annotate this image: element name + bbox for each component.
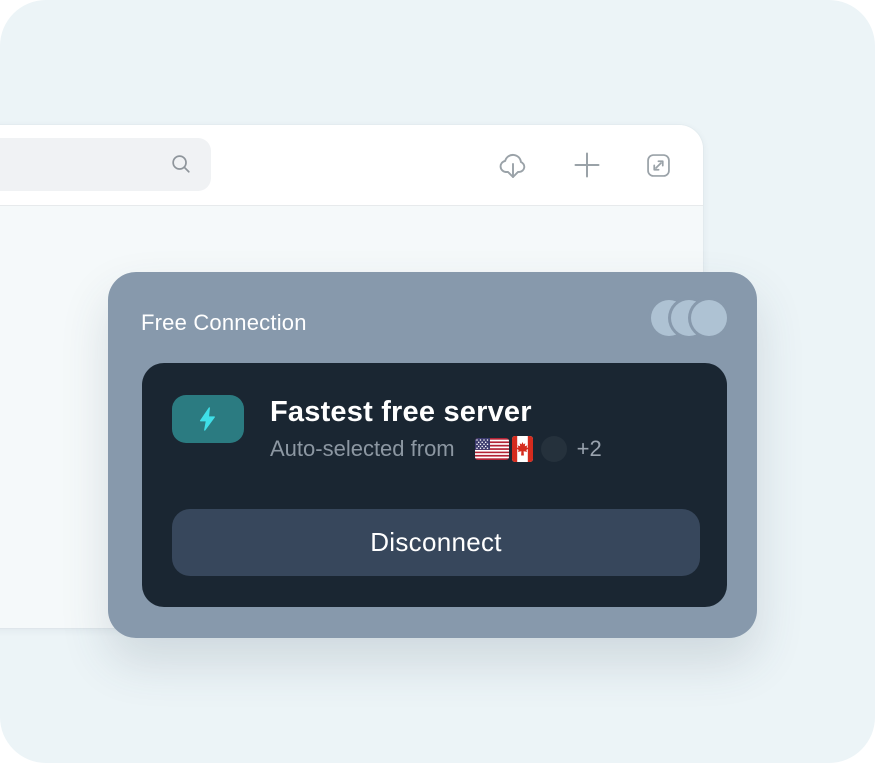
- screenshot-stage: Free Connection Fastest free server Auto…: [0, 0, 875, 763]
- server-info: Fastest free server Auto-selected from: [270, 395, 602, 462]
- server-name: Fastest free server: [270, 395, 602, 429]
- extra-locations-count: +2: [577, 436, 602, 462]
- card-title: Free Connection: [141, 310, 307, 336]
- plus-icon[interactable]: [572, 150, 602, 180]
- lightning-bolt-icon: [195, 406, 221, 432]
- server-selector-row[interactable]: Fastest free server Auto-selected from: [172, 395, 700, 462]
- toolbar-icon-group: [496, 125, 673, 205]
- connection-panel: Fastest free server Auto-selected from: [142, 363, 727, 607]
- header-dots: [651, 300, 727, 336]
- vpn-connection-card: Free Connection Fastest free server Auto…: [108, 272, 757, 638]
- lightning-badge: [172, 395, 244, 443]
- canada-flag-icon: [512, 436, 533, 462]
- search-input[interactable]: [0, 138, 211, 191]
- auto-selected-label: Auto-selected from: [270, 436, 455, 462]
- united-states-flag-icon: [475, 438, 509, 460]
- hidden-flag-circle: [541, 436, 567, 462]
- cloud-download-icon[interactable]: [496, 149, 530, 181]
- expand-icon[interactable]: [644, 151, 673, 180]
- server-subtitle: Auto-selected from: [270, 436, 602, 462]
- header-dot: [691, 300, 727, 336]
- search-icon: [170, 153, 193, 181]
- browser-toolbar: [0, 125, 703, 206]
- disconnect-button[interactable]: Disconnect: [172, 509, 700, 576]
